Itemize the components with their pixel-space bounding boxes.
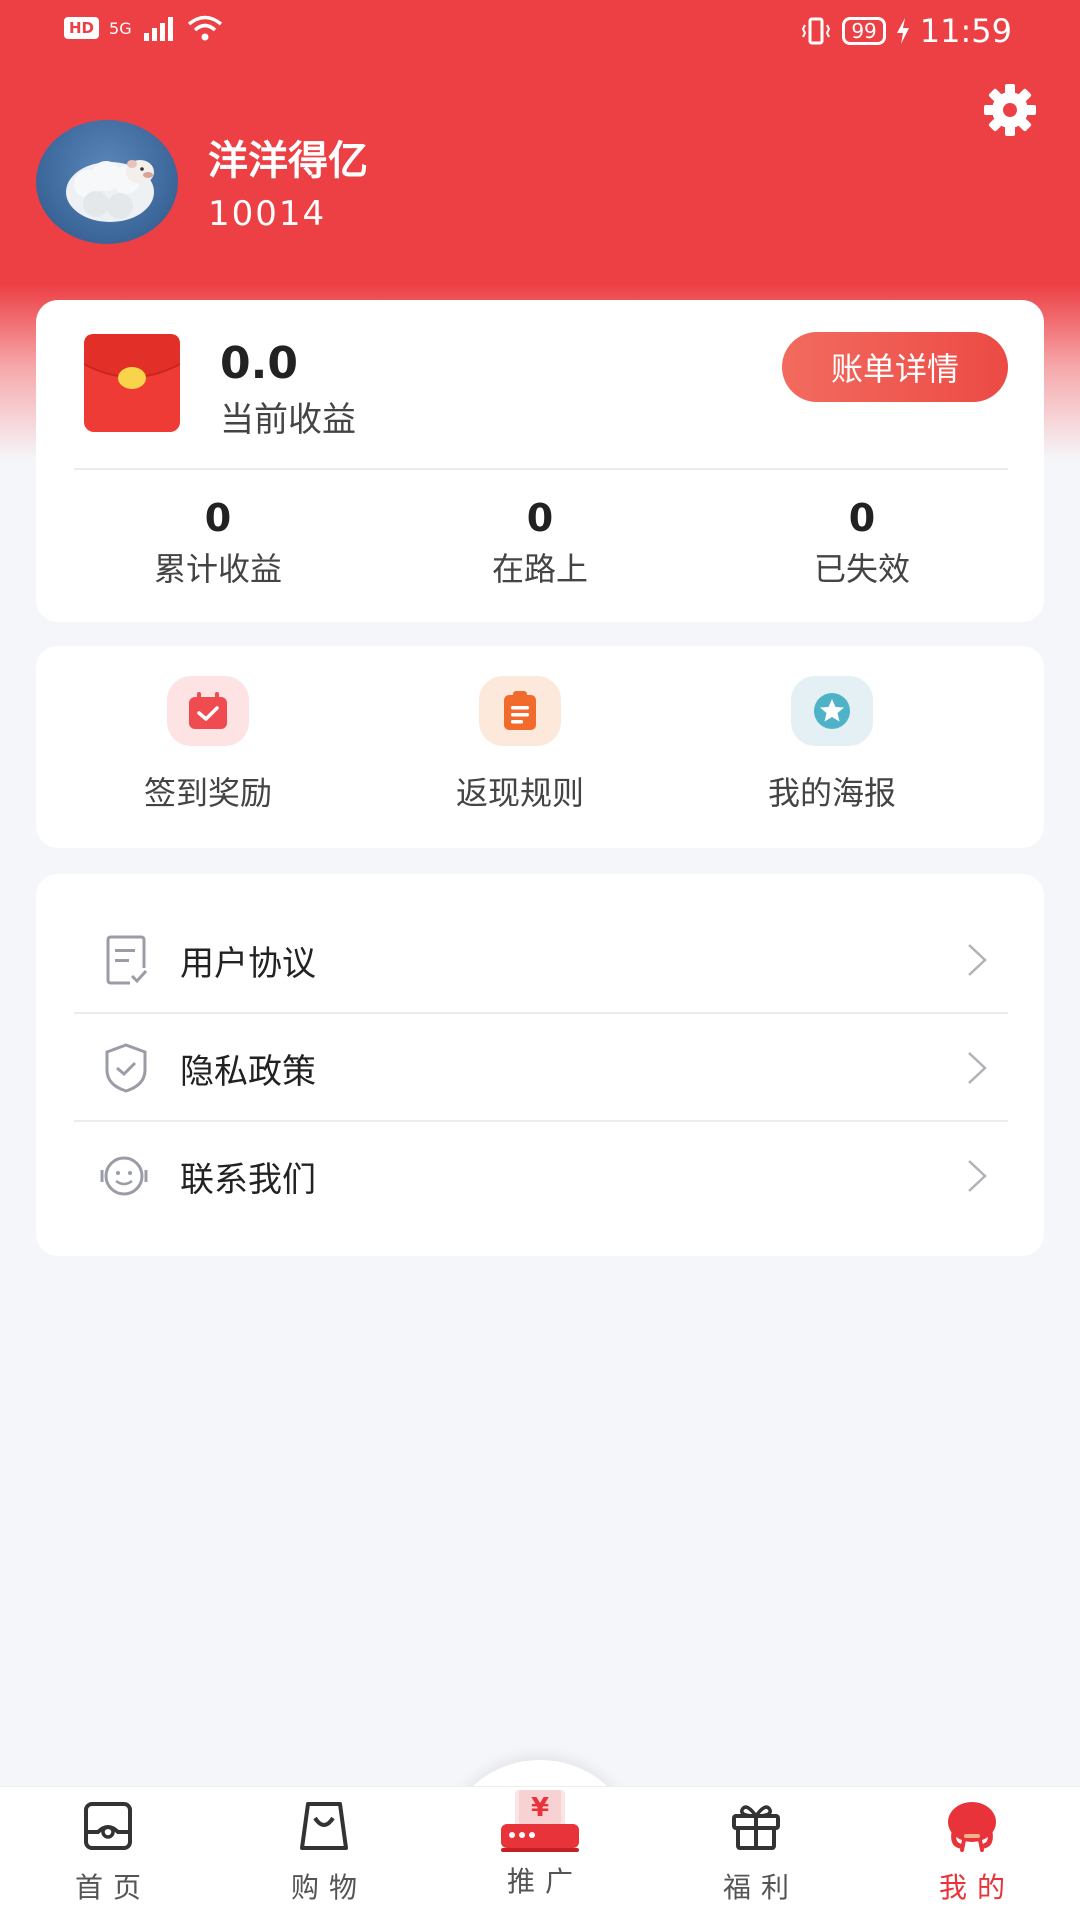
status-left: HD 5G — [64, 14, 224, 42]
current-earnings-label: 当前收益 — [220, 400, 356, 440]
chevron-right-icon — [968, 944, 987, 976]
quick-icon-bg — [167, 676, 249, 746]
quick-sign-in-reward[interactable]: 签到奖励 — [98, 676, 318, 814]
bill-details-button[interactable]: 账单详情 — [782, 332, 1008, 402]
menu-label: 隐私政策 — [180, 1052, 316, 1092]
calendar-check-icon — [189, 692, 227, 729]
tab-label: 推广 — [506, 1865, 583, 1898]
menu-item-contact-us[interactable]: 联系我们 — [36, 1122, 1044, 1228]
shield-check-icon — [105, 1043, 147, 1093]
home-icon — [84, 1802, 132, 1850]
signal-icon — [143, 17, 173, 41]
divider — [74, 468, 1008, 470]
current-earnings-value: 0.0 — [220, 338, 298, 389]
quick-icon-bg — [791, 676, 873, 746]
stat-total-earnings[interactable]: 0 累计收益 — [98, 496, 338, 590]
menu-label: 用户协议 — [180, 944, 316, 984]
stat-label: 已失效 — [813, 550, 910, 588]
quick-label: 签到奖励 — [143, 774, 272, 812]
quick-label: 我的海报 — [767, 774, 896, 812]
charging-icon — [896, 18, 909, 44]
menu-label: 联系我们 — [180, 1160, 316, 1200]
chevron-right-icon — [968, 1052, 987, 1084]
svg-text:¥: ¥ — [531, 1793, 549, 1823]
clipboard-icon — [504, 691, 536, 730]
profile-mascot-icon — [948, 1802, 996, 1852]
gift-icon — [732, 1805, 780, 1850]
stat-label: 在路上 — [491, 550, 588, 588]
shopping-bag-icon — [300, 1802, 348, 1850]
wifi-icon — [187, 15, 222, 41]
quick-actions-card: 签到奖励 返现规则 我的海报 — [36, 646, 1044, 848]
menu-item-user-agreement[interactable]: 用户协议 — [36, 906, 1044, 1012]
tab-promote[interactable]: ¥ 推广 — [480, 1786, 600, 1900]
clock: 11:59 — [919, 12, 1012, 50]
tab-label: 福利 — [722, 1871, 799, 1904]
stat-label: 累计收益 — [153, 550, 282, 588]
document-check-icon — [106, 935, 148, 985]
avatar[interactable] — [36, 120, 178, 244]
vibrate-icon — [802, 17, 831, 45]
menu-card: 用户协议 隐私政策 联系我们 — [36, 874, 1044, 1256]
headset-smile-icon — [100, 1156, 148, 1196]
stat-in-transit[interactable]: 0 在路上 — [420, 496, 660, 590]
tab-home[interactable]: 首页 — [48, 1798, 168, 1906]
earnings-card: 0.0 当前收益 账单详情 0 累计收益 0 在路上 0 已失效 — [36, 300, 1044, 622]
stat-value: 0 — [526, 496, 554, 540]
quick-my-poster[interactable]: 我的海报 — [722, 676, 942, 814]
network-label: 5G — [109, 18, 132, 38]
menu-item-privacy-policy[interactable]: 隐私政策 — [36, 1014, 1044, 1120]
red-envelope-icon — [84, 334, 180, 432]
user-id: 10014 — [208, 194, 327, 234]
quick-label: 返现规则 — [455, 774, 584, 812]
quick-cashback-rules[interactable]: 返现规则 — [410, 676, 630, 814]
status-bar: HD 5G 99 11:59 — [0, 0, 1080, 60]
settings-gear-icon[interactable] — [982, 82, 1038, 138]
stat-value: 0 — [848, 496, 876, 540]
quick-icon-bg — [479, 676, 561, 746]
tab-welfare[interactable]: 福利 — [696, 1798, 816, 1906]
tab-shopping[interactable]: 购物 — [264, 1798, 384, 1906]
promote-yen-icon: ¥ — [501, 1790, 579, 1852]
star-badge-icon — [814, 693, 850, 729]
tab-label: 首页 — [74, 1871, 151, 1904]
stat-expired[interactable]: 0 已失效 — [742, 496, 982, 590]
sheep-avatar-icon — [66, 160, 154, 222]
user-name: 洋洋得亿 — [208, 138, 368, 184]
stat-value: 0 — [204, 496, 232, 540]
tab-mine[interactable]: 我的 — [912, 1798, 1032, 1906]
tab-label: 我的 — [938, 1871, 1015, 1904]
hd-indicator: HD — [64, 17, 100, 39]
tab-label: 购物 — [290, 1871, 367, 1904]
chevron-right-icon — [968, 1160, 987, 1192]
status-right: 99 11:59 — [800, 12, 1012, 50]
battery-indicator: 99 — [842, 17, 886, 45]
